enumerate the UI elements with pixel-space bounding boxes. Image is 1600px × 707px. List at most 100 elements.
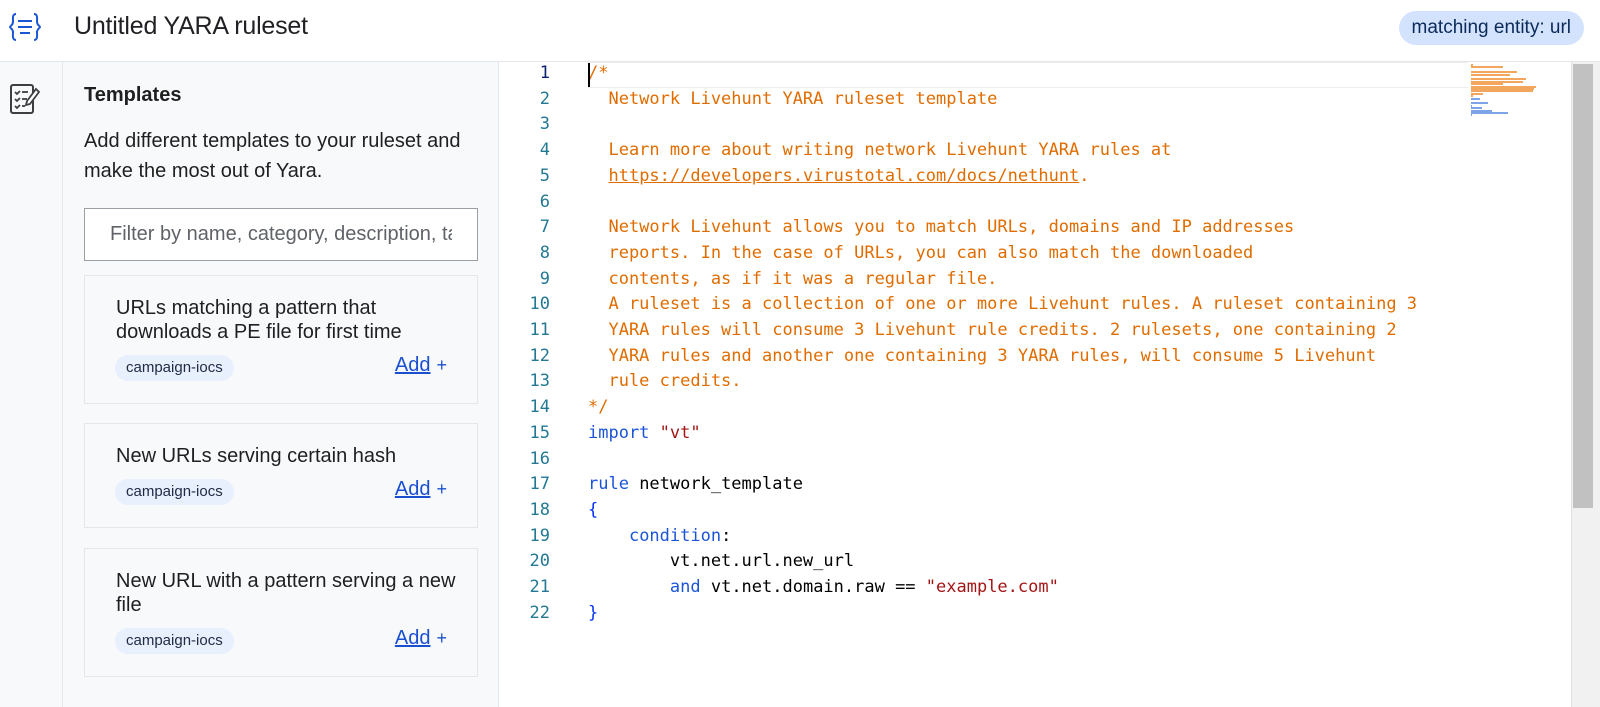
code-line[interactable]: contents, as if it was a regular file. [588, 266, 997, 292]
code-line[interactable]: https://developers.virustotal.com/docs/n… [588, 163, 1090, 189]
add-template-link[interactable]: Add [395, 627, 431, 649]
code-line[interactable]: YARA rules will consume 3 Livehunt rule … [588, 317, 1396, 343]
editor-minimap[interactable] [1469, 62, 1569, 707]
code-token: network_template [628, 474, 803, 495]
template-tag: campaign-iocs [115, 355, 234, 381]
code-line[interactable]: */ [588, 394, 608, 420]
line-number: 11 [529, 320, 550, 340]
code-token: and [669, 577, 701, 597]
code-line[interactable]: Learn more about writing network Livehun… [588, 137, 1171, 163]
code-line[interactable]: and vt.net.domain.raw == "example.com" [588, 574, 1059, 600]
minimap-line [1471, 102, 1488, 105]
text-caret [588, 63, 590, 87]
template-tag: campaign-iocs [115, 628, 234, 654]
minimap-line [1471, 92, 1483, 95]
add-template-button[interactable]: Add + [395, 627, 447, 650]
minimap-line [1471, 114, 1472, 117]
app-header: Untitled YARA ruleset matching entity: u… [0, 0, 1600, 62]
line-number: 19 [529, 525, 550, 546]
editor-scrollbar-thumb[interactable] [1573, 64, 1593, 508]
code-line[interactable]: /* [588, 62, 608, 86]
code-line[interactable]: A ruleset is a collection of one or more… [588, 291, 1417, 317]
template-tag: campaign-iocs [115, 479, 234, 505]
line-number: 16 [529, 448, 550, 469]
code-token: . [1079, 165, 1090, 186]
code-token: Learn more about writing network Livehun… [588, 140, 1172, 161]
line-number: 2 [539, 88, 550, 109]
left-rail [0, 62, 63, 707]
minimap-line [1471, 112, 1508, 114]
line-number: 4 [539, 140, 550, 161]
minimap-line [1471, 73, 1511, 76]
curly-braces-list-icon[interactable] [8, 10, 42, 44]
line-number: 18 [529, 499, 550, 520]
template-card-title: URLs matching a pattern that downloads a… [116, 297, 402, 343]
code-line[interactable]: YARA rules and another one containing 3 … [588, 343, 1376, 369]
code-token: vt.net.domain.raw == [700, 577, 926, 597]
line-number: 20 [529, 551, 550, 572]
code-token: Network Livehunt YARA ruleset template [588, 88, 998, 109]
code-line[interactable]: { [588, 497, 598, 523]
line-number: 8 [539, 242, 550, 263]
code-line[interactable]: import "vt" [588, 420, 701, 446]
code-line[interactable]: Network Livehunt YARA ruleset template [588, 86, 997, 112]
code-token: reports. In the case of URLs, you can al… [588, 242, 1254, 263]
code-token: condition [628, 525, 722, 546]
template-card: New URLs serving certain hash campaign-i… [84, 423, 478, 528]
minimap-line [1471, 97, 1480, 100]
line-number: 5 [539, 165, 550, 186]
plus-icon: + [436, 479, 447, 499]
page-title[interactable]: Untitled YARA ruleset [74, 12, 308, 41]
code-token: /* [588, 63, 609, 83]
templates-panel: Templates Add different templates to you… [63, 62, 499, 707]
plus-icon: + [436, 355, 447, 375]
docs-link[interactable]: https://developers.virustotal.com/docs/n… [608, 166, 1079, 186]
add-template-link[interactable]: Add [395, 354, 431, 376]
code-token: YARA rules and another one containing 3 … [588, 345, 1377, 366]
template-card: URLs matching a pattern that downloads a… [84, 275, 478, 404]
code-line[interactable]: Network Livehunt allows you to match URL… [588, 214, 1294, 240]
template-card-title: New URL with a pattern serving a new fil… [116, 570, 456, 616]
code-area[interactable]: /* Network Livehunt YARA ruleset templat… [588, 62, 1468, 707]
line-number: 14 [529, 397, 550, 418]
minimap-line [1471, 66, 1503, 69]
add-template-button[interactable]: Add + [395, 478, 447, 501]
code-token: A ruleset is a collection of one or more… [588, 294, 1418, 315]
code-line[interactable]: rule network_template [588, 471, 803, 497]
code-token: "example.com" [925, 577, 1059, 597]
line-number-gutter: 1 2 3 4 5 6 7 8 9 10 11 12 13 14 15 16 17 18 19 20 21 22 [499, 62, 571, 707]
line-number: 12 [529, 345, 550, 366]
checklist-edit-icon[interactable] [9, 83, 41, 117]
code-line[interactable]: rule credits. [588, 368, 742, 394]
line-number: 6 [539, 191, 550, 212]
templates-description: Add different templates to your ruleset … [84, 130, 461, 182]
templates-filter-input[interactable] [84, 208, 478, 261]
plus-icon: + [436, 628, 447, 648]
template-card: New URL with a pattern serving a new fil… [84, 548, 478, 677]
line-number: 1 [539, 63, 550, 83]
line-number: 17 [529, 474, 550, 495]
code-token: import [588, 422, 650, 443]
line-number: 22 [529, 602, 550, 623]
code-token: contents, as if it was a regular file. [588, 268, 998, 289]
matching-entity-chip[interactable]: matching entity: url [1398, 11, 1584, 45]
code-line[interactable]: vt.net.url.new_url [588, 548, 854, 574]
code-token: rule [588, 474, 629, 495]
code-line[interactable]: reports. In the case of URLs, you can al… [588, 240, 1253, 266]
line-number: 21 [529, 577, 550, 597]
line-number: 15 [529, 422, 550, 443]
line-number: 3 [539, 114, 550, 135]
code-token: } [588, 602, 599, 623]
code-editor[interactable]: 1 2 3 4 5 6 7 8 9 10 11 12 13 14 15 16 17 18 19 20 21 22 /* N… [499, 62, 1600, 707]
add-template-button[interactable]: Add + [395, 354, 447, 377]
templates-heading: Templates [84, 84, 182, 106]
code-token: rule credits. [588, 371, 742, 392]
code-token: */ [588, 397, 609, 418]
add-template-link[interactable]: Add [395, 478, 431, 500]
code-line[interactable]: condition: [588, 523, 731, 549]
code-line[interactable]: } [588, 600, 598, 626]
